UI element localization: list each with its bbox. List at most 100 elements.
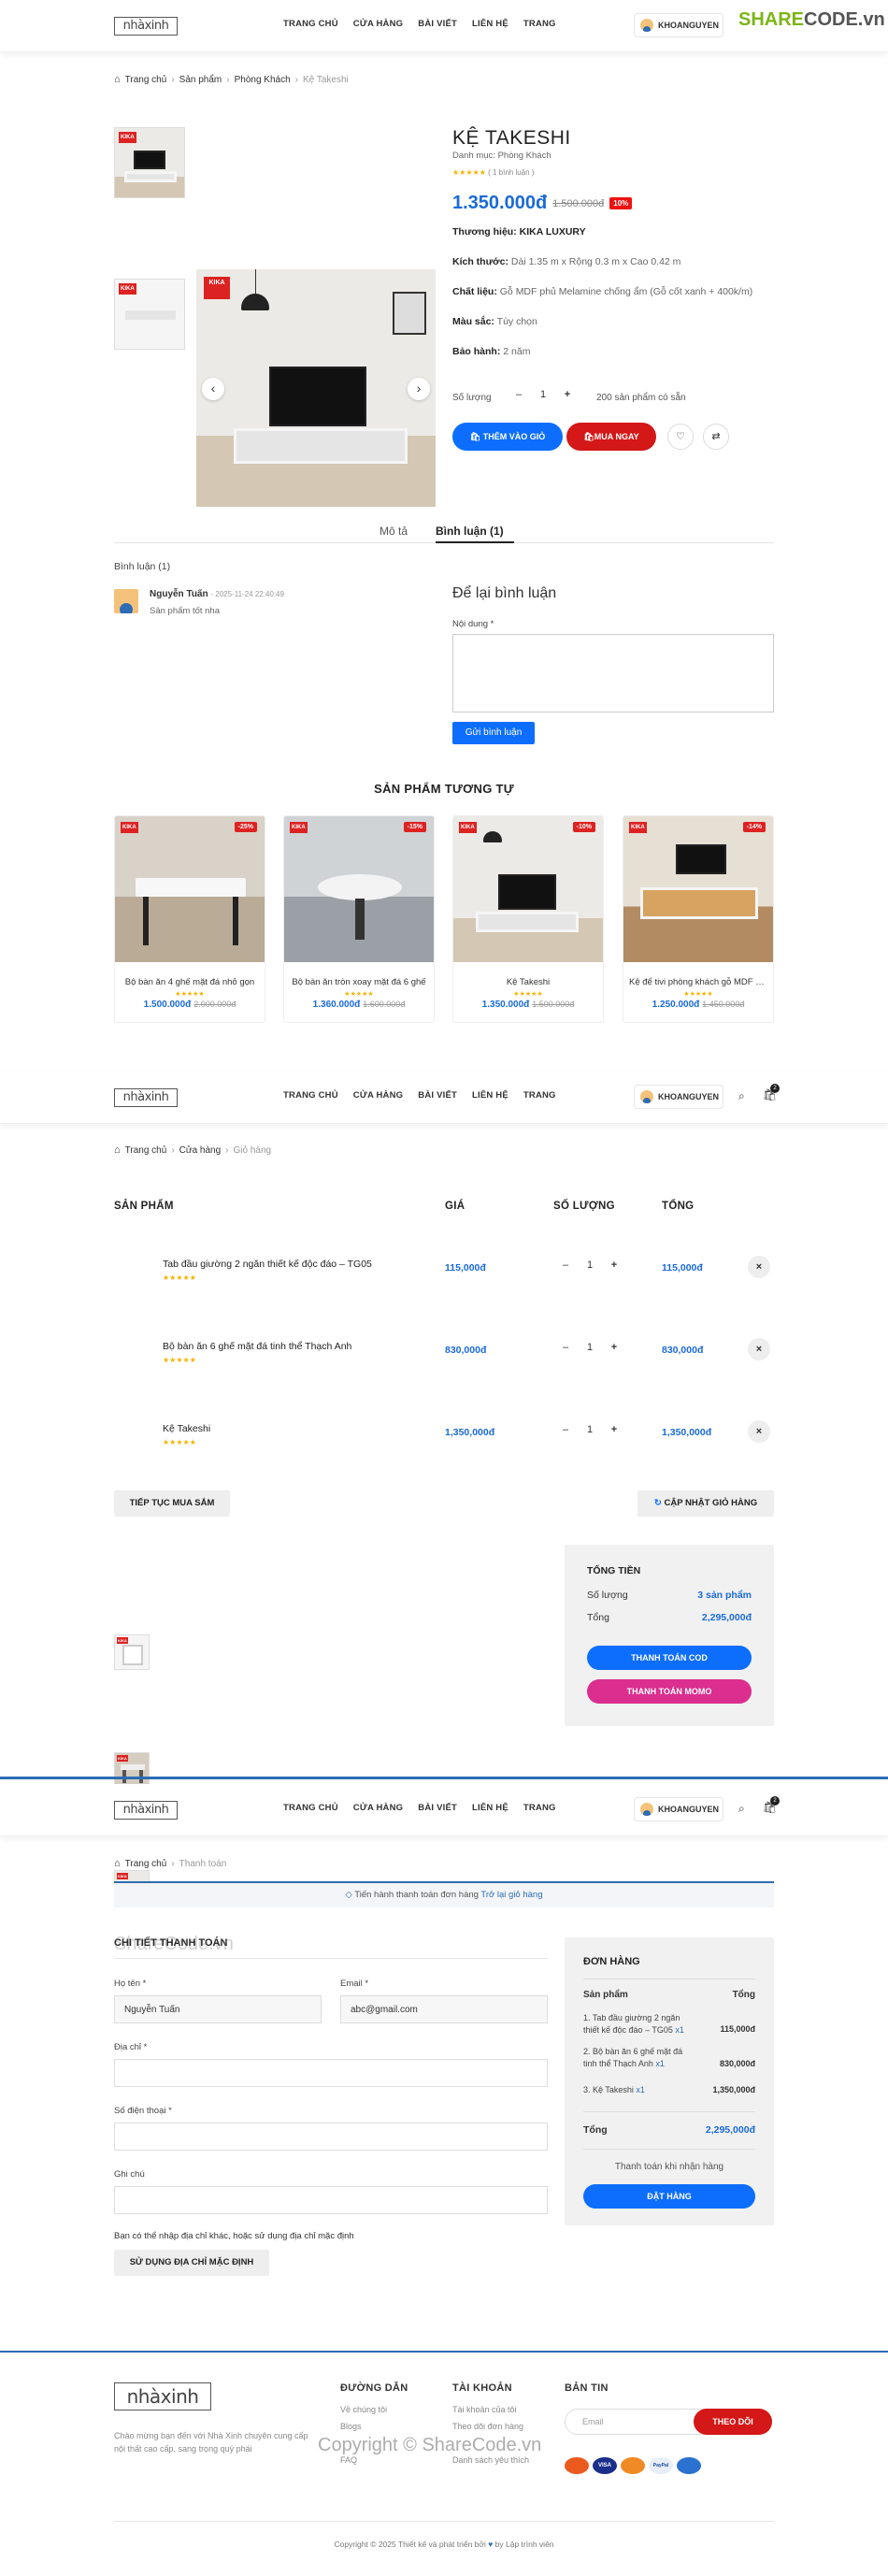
footer-link-track[interactable]: Theo dõi đơn hàng: [452, 2422, 523, 2431]
qty-minus-button[interactable]: –: [507, 389, 531, 400]
qty-plus-button[interactable]: +: [602, 1259, 626, 1271]
qty-minus-button[interactable]: –: [553, 1259, 578, 1271]
footer-link-about[interactable]: Về chúng tôi: [340, 2405, 387, 2414]
phone-input[interactable]: [114, 2123, 548, 2151]
qty-value[interactable]: 1: [531, 389, 555, 400]
qty-minus-button[interactable]: –: [553, 1342, 578, 1353]
place-order-button[interactable]: ĐẶT HÀNG: [583, 2184, 755, 2209]
cart-icon[interactable]: 🛍 2: [763, 1796, 780, 1814]
footer-link-blogs[interactable]: Blogs: [340, 2422, 362, 2431]
back-to-cart-link[interactable]: Trở lại giỏ hàng: [480, 1890, 542, 1900]
nav-page[interactable]: TRANG: [523, 1803, 556, 1813]
nav-home[interactable]: TRANG CHỦ: [283, 1090, 338, 1101]
footer-link-faq[interactable]: FAQ: [340, 2455, 357, 2465]
nav-contact[interactable]: LIÊN HỆ: [472, 19, 508, 29]
comment-textarea[interactable]: [452, 634, 774, 712]
remove-item-button[interactable]: ×: [748, 1420, 770, 1443]
nav-contact[interactable]: LIÊN HỆ: [472, 1090, 508, 1101]
prev-image-button[interactable]: ‹: [202, 378, 224, 400]
related-name[interactable]: Bộ bàn ăn 4 ghế mặt đá nhỏ gọn: [115, 977, 265, 987]
subscribe-button[interactable]: THEO DÕI: [694, 2409, 772, 2435]
buy-now-button[interactable]: 🛍MUA NGAY: [566, 423, 656, 451]
breadcrumb-home[interactable]: Trang chủ: [125, 1859, 167, 1869]
related-name[interactable]: Kệ để tivi phòng khách gỗ MDF kiể...: [623, 977, 773, 987]
cart-item-name[interactable]: Bộ bàn ăn 6 ghế mặt đá tinh thể Thạch An…: [163, 1341, 351, 1352]
next-image-button[interactable]: ›: [408, 378, 430, 400]
qty-plus-button[interactable]: +: [555, 389, 580, 400]
compare-icon[interactable]: ⇄: [703, 424, 729, 450]
continue-shopping-button[interactable]: TIẾP TỤC MUA SẮM: [114, 1490, 230, 1517]
related-card-3[interactable]: KIKA -10% Kệ Takeshi ★★★★★ 1.350.000đ 1.50…: [452, 815, 604, 1023]
rating-stars: ★★★★★: [452, 168, 486, 177]
site-logo[interactable]: nhàxinh: [114, 17, 178, 36]
email-input[interactable]: abc@gmail.com: [340, 1995, 548, 2023]
qty-stepper[interactable]: –1 +: [553, 1342, 626, 1353]
wishlist-heart-icon[interactable]: ♡: [667, 424, 694, 450]
related-name[interactable]: Kệ Takeshi: [453, 977, 603, 987]
nav-shop[interactable]: CỬA HÀNG: [353, 1803, 403, 1813]
related-name[interactable]: Bộ bàn ăn tròn xoay mặt đá 6 ghế: [284, 977, 434, 987]
use-default-address-button[interactable]: SỬ DỤNG ĐỊA CHỈ MẶC ĐỊNH: [114, 2250, 269, 2276]
search-icon[interactable]: ⌕: [738, 1802, 745, 1816]
pay-cod-button[interactable]: THANH TOÁN COD: [587, 1646, 752, 1670]
site-logo[interactable]: nhàxinh: [114, 1801, 178, 1820]
user-menu[interactable]: KHOANGUYEN: [634, 1797, 723, 1821]
breadcrumb-shop[interactable]: Cửa hàng: [179, 1145, 222, 1156]
cart-item-name[interactable]: Kệ Takeshi: [163, 1423, 210, 1434]
breadcrumb-home[interactable]: Trang chủ: [125, 1145, 167, 1156]
copyright: Copyright © 2025 Thiết kế và phát triển …: [334, 2540, 554, 2549]
remove-item-button[interactable]: ×: [748, 1338, 770, 1360]
qty-value[interactable]: 1: [578, 1424, 602, 1435]
nav-shop[interactable]: CỬA HÀNG: [353, 1090, 403, 1101]
qty-minus-button[interactable]: –: [553, 1424, 578, 1435]
search-icon[interactable]: ⌕: [738, 1089, 745, 1103]
breadcrumb-category[interactable]: Phòng Khách: [235, 75, 291, 85]
qty-plus-button[interactable]: +: [602, 1424, 626, 1435]
qty-stepper[interactable]: – 1 +: [507, 389, 580, 400]
order-total: Tổng 2,295,000đ: [583, 2124, 755, 2136]
stock-text: 200 sản phẩm có sẵn: [596, 393, 686, 403]
nav-home[interactable]: TRANG CHỦ: [283, 1803, 338, 1813]
related-card-1[interactable]: KIKA -25% Bộ bàn ăn 4 ghế mặt đá nhỏ gọn …: [114, 815, 265, 1023]
user-menu[interactable]: KHOANGUYEN: [634, 13, 723, 37]
nav-page[interactable]: TRANG: [523, 19, 556, 29]
qty-value[interactable]: 1: [578, 1342, 602, 1353]
breadcrumb-home[interactable]: Trang chủ: [125, 75, 167, 85]
nav-blog[interactable]: BÀI VIẾT: [418, 1090, 457, 1101]
cart-item-name[interactable]: Tab đầu giường 2 ngăn thiết kế độc đáo –…: [163, 1259, 372, 1270]
submit-comment-button[interactable]: Gửi bình luận: [452, 722, 535, 744]
remove-item-button[interactable]: ×: [748, 1256, 770, 1278]
site-logo[interactable]: nhàxinh: [114, 1088, 178, 1107]
user-menu[interactable]: KHOANGUYEN: [634, 1085, 723, 1109]
qty-stepper[interactable]: –1 +: [553, 1424, 626, 1435]
related-card-4[interactable]: KIKA -14% Kệ để tivi phòng khách gỗ MDF k…: [623, 815, 774, 1023]
nav-blog[interactable]: BÀI VIẾT: [418, 19, 457, 29]
address-input[interactable]: [114, 2059, 548, 2087]
product-category: Danh mục: Phòng Khách: [452, 151, 551, 161]
qty-value[interactable]: 1: [578, 1259, 602, 1271]
payment-method[interactable]: Thanh toán khi nhận hàng: [565, 2162, 774, 2172]
qty-plus-button[interactable]: +: [602, 1342, 626, 1353]
tab-reviews[interactable]: Bình luận (1): [436, 525, 504, 538]
nav-home[interactable]: TRANG CHỦ: [283, 19, 338, 29]
name-input[interactable]: Nguyễn Tuấn: [114, 1995, 322, 2023]
nav-blog[interactable]: BÀI VIẾT: [418, 1803, 457, 1813]
update-cart-button[interactable]: ↻ CẬP NHẬT GIỎ HÀNG: [637, 1490, 774, 1517]
tab-description[interactable]: Mô tả: [380, 525, 408, 538]
nav-contact[interactable]: LIÊN HỆ: [472, 1803, 508, 1813]
footer-link-account[interactable]: Tài khoản của tôi: [452, 2405, 517, 2414]
pay-momo-button[interactable]: THANH TOÁN MOMO: [587, 1679, 752, 1704]
thumbnail-1[interactable]: KIKA: [114, 127, 185, 198]
order-title: ĐƠN HÀNG: [583, 1956, 640, 1967]
note-input[interactable]: [114, 2186, 548, 2214]
nav-page[interactable]: TRANG: [523, 1090, 556, 1101]
cart-icon[interactable]: 🛍 2: [763, 1084, 780, 1101]
thumbnail-2[interactable]: KIKA: [114, 279, 185, 350]
footer-logo[interactable]: nhàxinh: [114, 2382, 211, 2411]
nav-shop[interactable]: CỬA HÀNG: [353, 19, 403, 29]
related-card-2[interactable]: KIKA -15% Bộ bàn ăn tròn xoay mặt đá 6 gh…: [283, 815, 435, 1023]
qty-stepper[interactable]: –1 +: [553, 1259, 626, 1271]
add-to-cart-button[interactable]: 🛍 THÊM VÀO GIỎ: [452, 423, 563, 451]
breadcrumb-products[interactable]: Sản phẩm: [179, 75, 222, 85]
footer-link-wishlist[interactable]: Danh sách yêu thích: [452, 2455, 529, 2465]
